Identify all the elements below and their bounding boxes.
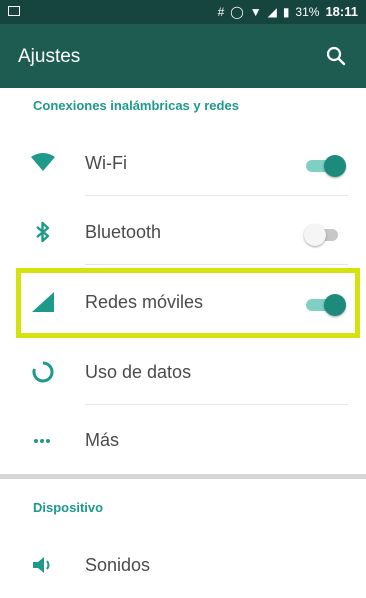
bluetooth-toggle[interactable] — [304, 224, 344, 246]
settings-item-label: Uso de datos — [85, 362, 192, 382]
settings-item-label: Wi-Fi — [85, 153, 127, 173]
settings-item-sounds[interactable]: Sonidos — [0, 532, 366, 598]
alarm-icon: ◯ — [230, 4, 244, 19]
wifi-icon — [31, 153, 55, 171]
notification-icon — [8, 6, 20, 16]
divider — [85, 264, 348, 265]
settings-item-label: Bluetooth — [85, 222, 162, 242]
wifi-toggle[interactable] — [304, 155, 346, 177]
settings-item-label: Más — [85, 430, 120, 450]
more-icon — [34, 439, 50, 443]
bluetooth-icon — [36, 221, 50, 243]
section-title-wireless: Conexiones inalámbricas y redes — [33, 98, 239, 113]
battery-icon: ▮ — [282, 4, 290, 19]
page-title: Ajustes — [18, 46, 81, 67]
nfc-icon: # — [217, 4, 225, 19]
signal-status-icon: ◢ — [267, 4, 277, 19]
data-usage-icon — [32, 361, 54, 383]
divider — [85, 195, 348, 196]
app-bar: Ajustes — [0, 24, 366, 88]
wifi-status-icon: ▼ — [249, 4, 262, 19]
section-title-device: Dispositivo — [33, 500, 104, 515]
settings-item-bluetooth[interactable]: Bluetooth — [0, 199, 366, 265]
status-icons: # ◯ ▼ ◢ ▮ 31% 18:11 — [218, 4, 358, 19]
settings-item-label: Sonidos — [85, 555, 151, 575]
section-divider — [0, 474, 366, 479]
settings-item-wifi[interactable]: Wi-Fi — [0, 130, 366, 196]
volume-icon — [33, 557, 50, 573]
settings-item-data-usage[interactable]: Uso de datos — [0, 339, 366, 405]
settings-item-more[interactable]: Más — [0, 407, 366, 473]
highlight-box — [16, 268, 360, 338]
divider — [85, 404, 348, 405]
status-bar: # ◯ ▼ ◢ ▮ 31% 18:11 — [0, 0, 366, 24]
battery-percent: 31% — [295, 4, 320, 19]
clock: 18:11 — [325, 4, 358, 19]
search-icon[interactable] — [324, 44, 348, 68]
